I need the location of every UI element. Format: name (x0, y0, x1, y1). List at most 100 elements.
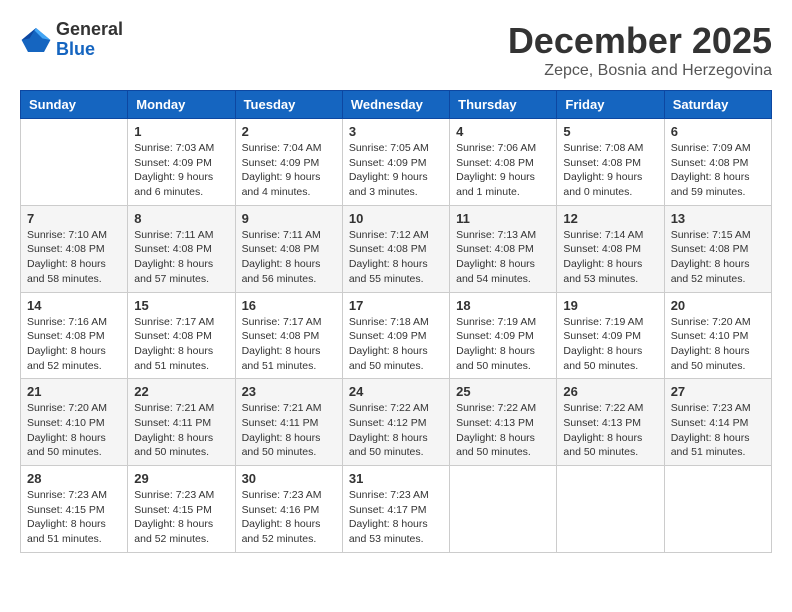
calendar-cell: 13 Sunrise: 7:15 AM Sunset: 4:08 PM Dayli… (664, 205, 771, 292)
day-number: 3 (349, 124, 443, 139)
location: Zepce, Bosnia and Herzegovina (508, 62, 772, 80)
day-info: Sunrise: 7:10 AM Sunset: 4:08 PM Dayligh… (27, 228, 121, 287)
calendar-week-row: 21 Sunrise: 7:20 AM Sunset: 4:10 PM Dayli… (21, 379, 772, 466)
weekday-header-saturday: Saturday (664, 91, 771, 119)
day-info: Sunrise: 7:21 AM Sunset: 4:11 PM Dayligh… (242, 401, 336, 460)
day-number: 31 (349, 471, 443, 486)
calendar-cell: 15 Sunrise: 7:17 AM Sunset: 4:08 PM Dayli… (128, 292, 235, 379)
calendar-cell: 6 Sunrise: 7:09 AM Sunset: 4:08 PM Daylig… (664, 119, 771, 206)
day-info: Sunrise: 7:09 AM Sunset: 4:08 PM Dayligh… (671, 141, 765, 200)
day-number: 21 (27, 384, 121, 399)
calendar-table: SundayMondayTuesdayWednesdayThursdayFrid… (20, 90, 772, 553)
day-info: Sunrise: 7:19 AM Sunset: 4:09 PM Dayligh… (563, 315, 657, 374)
day-number: 28 (27, 471, 121, 486)
day-info: Sunrise: 7:11 AM Sunset: 4:08 PM Dayligh… (134, 228, 228, 287)
day-number: 20 (671, 298, 765, 313)
calendar-cell: 20 Sunrise: 7:20 AM Sunset: 4:10 PM Dayli… (664, 292, 771, 379)
day-number: 9 (242, 211, 336, 226)
day-info: Sunrise: 7:17 AM Sunset: 4:08 PM Dayligh… (134, 315, 228, 374)
calendar-cell: 29Sunrise: 7:23 AM Sunset: 4:15 PM Dayli… (128, 466, 235, 553)
day-number: 25 (456, 384, 550, 399)
calendar-cell (21, 119, 128, 206)
calendar-cell: 30 Sunrise: 7:23 AM Sunset: 4:16 PM Dayli… (235, 466, 342, 553)
calendar-cell: 5 Sunrise: 7:08 AM Sunset: 4:08 PM Daylig… (557, 119, 664, 206)
calendar-week-row: 14Sunrise: 7:16 AM Sunset: 4:08 PM Dayli… (21, 292, 772, 379)
day-info: Sunrise: 7:20 AM Sunset: 4:10 PM Dayligh… (671, 315, 765, 374)
day-number: 17 (349, 298, 443, 313)
calendar-cell: 19 Sunrise: 7:19 AM Sunset: 4:09 PM Dayli… (557, 292, 664, 379)
day-number: 24 (349, 384, 443, 399)
day-info: Sunrise: 7:06 AM Sunset: 4:08 PM Dayligh… (456, 141, 550, 200)
day-number: 11 (456, 211, 550, 226)
day-info: Sunrise: 7:23 AM Sunset: 4:17 PM Dayligh… (349, 488, 443, 547)
calendar-cell: 26Sunrise: 7:22 AM Sunset: 4:13 PM Dayli… (557, 379, 664, 466)
calendar-cell: 31 Sunrise: 7:23 AM Sunset: 4:17 PM Dayli… (342, 466, 449, 553)
day-info: Sunrise: 7:22 AM Sunset: 4:13 PM Dayligh… (456, 401, 550, 460)
weekday-header-monday: Monday (128, 91, 235, 119)
calendar-cell: 1 Sunrise: 7:03 AM Sunset: 4:09 PM Daylig… (128, 119, 235, 206)
calendar-cell: 21 Sunrise: 7:20 AM Sunset: 4:10 PM Dayli… (21, 379, 128, 466)
weekday-header-row: SundayMondayTuesdayWednesdayThursdayFrid… (21, 91, 772, 119)
day-number: 12 (563, 211, 657, 226)
day-number: 19 (563, 298, 657, 313)
title-block: December 2025 Zepce, Bosnia and Herzegov… (508, 20, 772, 80)
page-header: General Blue December 2025 Zepce, Bosnia… (20, 20, 772, 80)
logo-icon (20, 24, 52, 56)
calendar-cell: 12Sunrise: 7:14 AM Sunset: 4:08 PM Dayli… (557, 205, 664, 292)
calendar-week-row: 7Sunrise: 7:10 AM Sunset: 4:08 PM Daylig… (21, 205, 772, 292)
day-info: Sunrise: 7:23 AM Sunset: 4:14 PM Dayligh… (671, 401, 765, 460)
calendar-cell: 3 Sunrise: 7:05 AM Sunset: 4:09 PM Daylig… (342, 119, 449, 206)
logo-text: General Blue (56, 20, 123, 60)
calendar-cell: 7Sunrise: 7:10 AM Sunset: 4:08 PM Daylig… (21, 205, 128, 292)
day-number: 30 (242, 471, 336, 486)
day-info: Sunrise: 7:23 AM Sunset: 4:16 PM Dayligh… (242, 488, 336, 547)
calendar-cell: 9 Sunrise: 7:11 AM Sunset: 4:08 PM Daylig… (235, 205, 342, 292)
calendar-cell: 4Sunrise: 7:06 AM Sunset: 4:08 PM Daylig… (450, 119, 557, 206)
day-info: Sunrise: 7:15 AM Sunset: 4:08 PM Dayligh… (671, 228, 765, 287)
day-number: 18 (456, 298, 550, 313)
calendar-cell: 16 Sunrise: 7:17 AM Sunset: 4:08 PM Dayli… (235, 292, 342, 379)
day-number: 15 (134, 298, 228, 313)
day-info: Sunrise: 7:23 AM Sunset: 4:15 PM Dayligh… (134, 488, 228, 547)
day-info: Sunrise: 7:03 AM Sunset: 4:09 PM Dayligh… (134, 141, 228, 200)
day-info: Sunrise: 7:17 AM Sunset: 4:08 PM Dayligh… (242, 315, 336, 374)
day-number: 1 (134, 124, 228, 139)
day-info: Sunrise: 7:18 AM Sunset: 4:09 PM Dayligh… (349, 315, 443, 374)
calendar-cell: 8 Sunrise: 7:11 AM Sunset: 4:08 PM Daylig… (128, 205, 235, 292)
day-info: Sunrise: 7:21 AM Sunset: 4:11 PM Dayligh… (134, 401, 228, 460)
day-number: 14 (27, 298, 121, 313)
day-number: 8 (134, 211, 228, 226)
calendar-cell: 27Sunrise: 7:23 AM Sunset: 4:14 PM Dayli… (664, 379, 771, 466)
weekday-header-wednesday: Wednesday (342, 91, 449, 119)
calendar-week-row: 28 Sunrise: 7:23 AM Sunset: 4:15 PM Dayli… (21, 466, 772, 553)
calendar-cell: 10Sunrise: 7:12 AM Sunset: 4:08 PM Dayli… (342, 205, 449, 292)
day-info: Sunrise: 7:13 AM Sunset: 4:08 PM Dayligh… (456, 228, 550, 287)
day-number: 16 (242, 298, 336, 313)
calendar-cell: 23 Sunrise: 7:21 AM Sunset: 4:11 PM Dayli… (235, 379, 342, 466)
day-number: 5 (563, 124, 657, 139)
calendar-cell: 28 Sunrise: 7:23 AM Sunset: 4:15 PM Dayli… (21, 466, 128, 553)
day-info: Sunrise: 7:19 AM Sunset: 4:09 PM Dayligh… (456, 315, 550, 374)
day-info: Sunrise: 7:04 AM Sunset: 4:09 PM Dayligh… (242, 141, 336, 200)
day-number: 6 (671, 124, 765, 139)
day-info: Sunrise: 7:11 AM Sunset: 4:08 PM Dayligh… (242, 228, 336, 287)
day-info: Sunrise: 7:22 AM Sunset: 4:12 PM Dayligh… (349, 401, 443, 460)
weekday-header-sunday: Sunday (21, 91, 128, 119)
calendar-cell (450, 466, 557, 553)
calendar-cell: 17 Sunrise: 7:18 AM Sunset: 4:09 PM Dayli… (342, 292, 449, 379)
calendar-cell (557, 466, 664, 553)
day-number: 2 (242, 124, 336, 139)
calendar-cell: 18 Sunrise: 7:19 AM Sunset: 4:09 PM Dayli… (450, 292, 557, 379)
day-number: 10 (349, 211, 443, 226)
day-info: Sunrise: 7:05 AM Sunset: 4:09 PM Dayligh… (349, 141, 443, 200)
calendar-cell (664, 466, 771, 553)
day-info: Sunrise: 7:23 AM Sunset: 4:15 PM Dayligh… (27, 488, 121, 547)
calendar-cell: 22 Sunrise: 7:21 AM Sunset: 4:11 PM Dayli… (128, 379, 235, 466)
day-number: 22 (134, 384, 228, 399)
day-number: 23 (242, 384, 336, 399)
day-number: 13 (671, 211, 765, 226)
day-number: 26 (563, 384, 657, 399)
day-info: Sunrise: 7:08 AM Sunset: 4:08 PM Dayligh… (563, 141, 657, 200)
day-info: Sunrise: 7:20 AM Sunset: 4:10 PM Dayligh… (27, 401, 121, 460)
weekday-header-friday: Friday (557, 91, 664, 119)
